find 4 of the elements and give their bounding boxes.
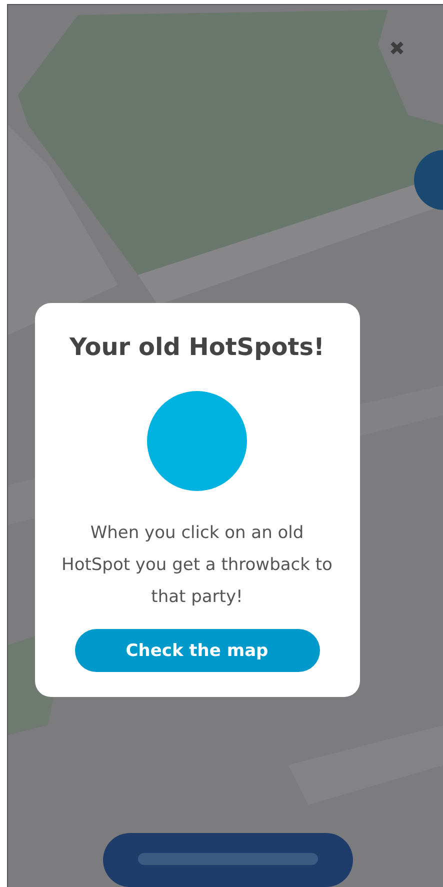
dialog-message: When you click on an old HotSpot you get a throwback to that party! [60, 522, 334, 609]
close-icon[interactable] [390, 41, 404, 55]
check-map-button[interactable]: Check the map [74, 629, 320, 672]
dialog-title: Your old HotSpots! [70, 333, 324, 361]
